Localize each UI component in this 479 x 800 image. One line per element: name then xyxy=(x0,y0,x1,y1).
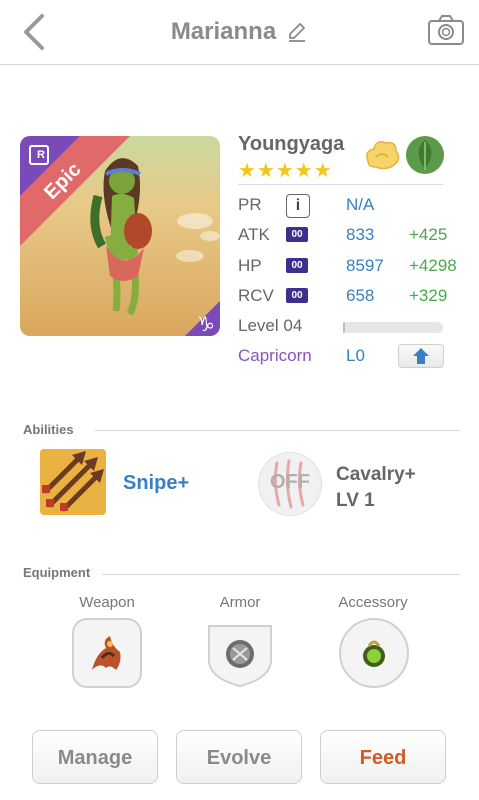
ability-cavalry-name: Cavalry+ xyxy=(336,464,416,485)
zodiac-sign-glyph: ♑ xyxy=(197,312,215,336)
top-bar: Marianna xyxy=(0,0,479,65)
level-progress-bar xyxy=(343,322,443,333)
up-arrow-icon xyxy=(413,348,429,364)
star-rating: ★★★★★ xyxy=(238,160,333,182)
hp-value: 8597 xyxy=(346,256,384,275)
atk-plus-badge: 00 xyxy=(286,227,308,242)
page-title-container: Marianna xyxy=(0,18,479,46)
camera-icon[interactable] xyxy=(427,14,465,46)
edit-pencil-icon[interactable] xyxy=(286,21,308,43)
info-icon[interactable]: i xyxy=(286,194,310,218)
stat-row-hp: HP 00 8597 +4298 xyxy=(238,252,468,280)
armor-slot[interactable] xyxy=(205,618,275,688)
equipment-section-label: Equipment xyxy=(23,565,91,580)
pr-value: N/A xyxy=(346,195,375,214)
level-label: Level 04 xyxy=(238,316,303,335)
monster-name: Youngyaga xyxy=(238,133,345,155)
equipment-divider xyxy=(102,574,460,575)
rcv-label: RCV xyxy=(238,286,274,305)
ability-cavalry-level: LV 1 xyxy=(336,490,375,511)
accessory-label: Accessory xyxy=(338,594,408,611)
arrows-icon xyxy=(40,449,106,515)
stat-row-rcv: RCV 00 658 +329 xyxy=(238,282,468,310)
rcv-plus-badge: 00 xyxy=(286,288,308,303)
monster-illustration: ♑ xyxy=(20,136,220,336)
leaf-element-icon xyxy=(406,136,444,174)
ability-snipe-label[interactable]: Snipe+ xyxy=(123,472,189,495)
hp-label: HP xyxy=(238,256,262,275)
armor-slot-icon xyxy=(208,625,272,688)
stat-row-zodiac: Capricorn L0 xyxy=(238,342,468,370)
stat-row-atk: ATK 00 833 +425 xyxy=(238,221,468,249)
rcv-value: 658 xyxy=(346,286,375,305)
level-progress-fill xyxy=(343,322,345,333)
armor-label: Armor xyxy=(219,594,261,611)
atk-value: 833 xyxy=(346,225,375,244)
weapon-label: Weapon xyxy=(79,594,135,611)
ability-cavalry-icon[interactable]: OFF xyxy=(258,452,322,516)
hp-bonus: +4298 xyxy=(409,256,457,275)
stats-divider xyxy=(238,184,443,185)
page-title: Marianna xyxy=(170,18,277,45)
zodiac-level: L0 xyxy=(346,346,365,365)
accessory-slot[interactable] xyxy=(339,618,409,688)
weapon-slot-icon xyxy=(72,618,142,688)
pr-label: PR xyxy=(238,195,262,214)
ability-off-state: OFF xyxy=(270,471,310,493)
zodiac-label: Capricorn xyxy=(238,346,312,365)
hp-plus-badge: 00 xyxy=(286,258,308,273)
evolve-button[interactable]: Evolve xyxy=(176,730,302,784)
atk-bonus: +425 xyxy=(409,225,448,244)
ability-snipe-icon[interactable] xyxy=(40,449,106,515)
stat-row-pr: PR i N/A xyxy=(238,191,468,219)
weapon-slot[interactable] xyxy=(72,618,142,688)
atk-label: ATK xyxy=(238,225,270,244)
light-element-icon xyxy=(366,141,400,170)
rarity-badge-letter: R xyxy=(37,149,45,161)
rcv-bonus: +329 xyxy=(409,286,448,305)
accessory-slot-icon xyxy=(339,618,409,688)
stat-row-level: Level 04 xyxy=(238,312,468,340)
abilities-section-label: Abilities xyxy=(23,422,74,437)
monster-portrait[interactable]: ♑ R Epic xyxy=(20,136,220,336)
abilities-divider xyxy=(95,430,460,431)
manage-button[interactable]: Manage xyxy=(32,730,158,784)
zodiac-upgrade-button[interactable] xyxy=(398,344,444,368)
ability-cavalry-label[interactable]: Cavalry+ LV 1 xyxy=(336,462,416,514)
feed-button[interactable]: Feed xyxy=(320,730,446,784)
